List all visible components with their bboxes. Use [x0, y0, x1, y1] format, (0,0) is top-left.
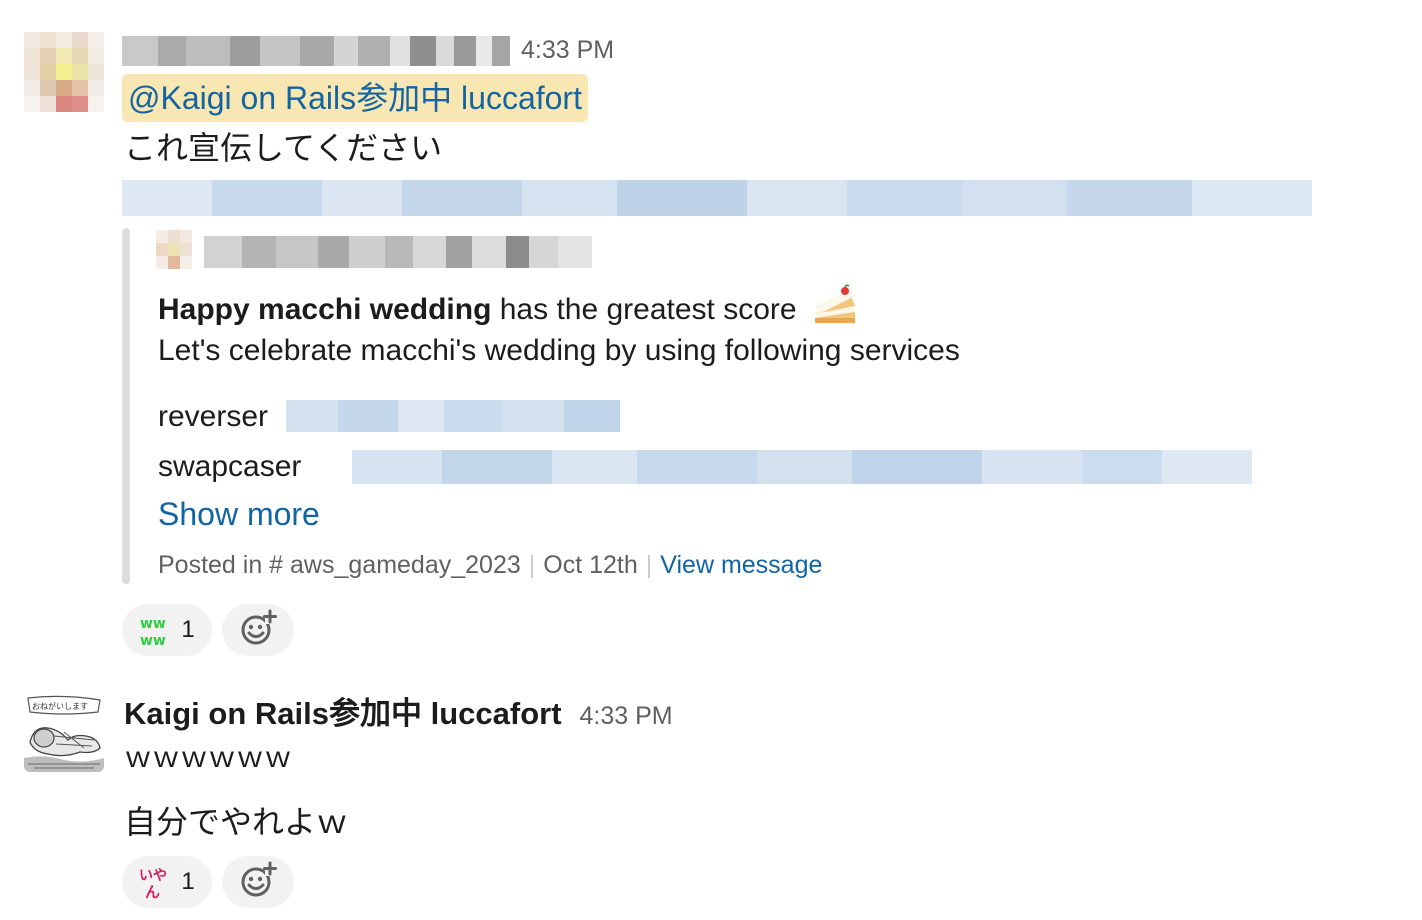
reaction-ww[interactable]: ww ww 1	[122, 604, 212, 656]
iyan-emoji-icon: いや ん	[139, 865, 173, 901]
message-text: 自分でやれよｗ	[124, 804, 349, 840]
message-text: これ宣伝してください	[124, 130, 443, 166]
add-emoji-icon	[238, 608, 278, 653]
slack-message-view: 4:33 PM @Kaigi on Rails参加中 luccafort これ宣…	[0, 0, 1422, 920]
svg-text:おねがいします: おねがいします	[32, 701, 88, 711]
attachment-headline: Happy macchi wedding has the greatest sc…	[158, 284, 859, 338]
message-timestamp[interactable]: 4:33 PM	[521, 36, 614, 65]
posted-in-channel[interactable]: Posted in # aws_gameday_2023	[158, 548, 521, 582]
author-name-redacted[interactable]	[122, 36, 510, 66]
service-label-reverser: reverser	[158, 400, 269, 433]
message-text: ｗｗｗｗｗｗ	[124, 742, 293, 773]
avatar[interactable]	[24, 32, 104, 112]
attachment-footer: Posted in # aws_gameday_2023 | Oct 12th …	[158, 548, 822, 582]
avatar[interactable]: おねがいします	[24, 692, 104, 772]
author-name[interactable]: Kaigi on Rails参加中 luccafort	[124, 688, 562, 733]
reaction-iyan[interactable]: いや ん 1	[122, 856, 212, 908]
add-reaction-button[interactable]	[222, 604, 294, 656]
attachment-bar	[122, 228, 130, 584]
svg-text:ww: ww	[140, 616, 166, 632]
show-more-link[interactable]: Show more	[158, 494, 320, 534]
cake-icon	[811, 284, 859, 338]
svg-text:ww: ww	[140, 633, 166, 647]
svg-text:いや: いや	[139, 868, 167, 884]
ww-emoji-icon: ww ww	[139, 613, 173, 649]
link-redacted[interactable]	[122, 180, 1312, 216]
service-link-redacted[interactable]	[352, 450, 1252, 484]
message-header: Kaigi on Rails参加中 luccafort 4:33 PM	[124, 688, 673, 733]
service-label-swapcaser: swapcaser	[158, 450, 302, 483]
reaction-count: 1	[181, 868, 195, 895]
footer-divider: |	[528, 551, 536, 579]
headline-rest: has the greatest score	[491, 292, 797, 326]
attachment-author-redacted	[204, 236, 593, 268]
svg-text:ん: ん	[145, 883, 160, 899]
footer-divider: |	[645, 551, 653, 579]
posted-date[interactable]: Oct 12th	[543, 548, 638, 582]
message-timestamp[interactable]: 4:33 PM	[580, 702, 673, 731]
add-emoji-icon	[238, 860, 278, 905]
attachment-subline: Let's celebrate macchi's wedding by usin…	[158, 334, 960, 367]
add-reaction-button[interactable]	[222, 856, 294, 908]
attachment-avatar	[156, 230, 192, 269]
service-link-redacted[interactable]	[286, 400, 620, 432]
reaction-count: 1	[181, 616, 195, 643]
headline-bold: Happy macchi wedding	[158, 292, 492, 326]
user-mention[interactable]: @Kaigi on Rails参加中 luccafort	[122, 74, 588, 122]
view-message-link[interactable]: View message	[660, 548, 822, 582]
